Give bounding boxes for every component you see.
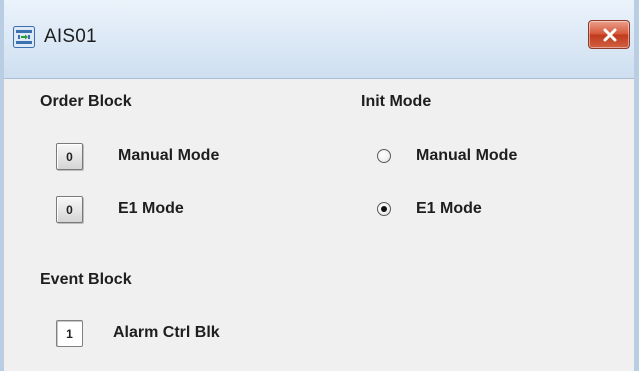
alarm-ctrl-blk-counter: 1 <box>56 320 83 347</box>
title-bar[interactable]: AIS01 <box>4 0 634 79</box>
e1-mode-radio[interactable] <box>377 202 391 216</box>
close-button[interactable] <box>588 20 630 49</box>
window-content: Order Block 0 Manual Mode 0 E1 Mode Init… <box>4 79 634 371</box>
event-block-heading: Event Block <box>40 271 132 288</box>
order-e1-mode-label: E1 Mode <box>118 200 184 217</box>
radio-selected-dot <box>381 206 387 212</box>
window-title: AIS01 <box>44 26 97 47</box>
alarm-ctrl-blk-label: Alarm Ctrl Blk <box>113 324 220 341</box>
manual-mode-counter[interactable]: 0 <box>56 143 83 170</box>
init-e1-mode-label[interactable]: E1 Mode <box>416 200 482 218</box>
ais01-window: AIS01 Order Block 0 Manual Mode 0 E1 Mod… <box>0 0 639 371</box>
manual-mode-radio[interactable] <box>377 149 391 163</box>
link-icon <box>13 26 35 48</box>
close-icon <box>603 28 617 42</box>
order-manual-mode-label: Manual Mode <box>118 147 220 164</box>
e1-mode-counter[interactable]: 0 <box>56 196 83 223</box>
init-manual-mode-label[interactable]: Manual Mode <box>416 147 517 165</box>
init-mode-heading: Init Mode <box>361 93 432 110</box>
order-block-heading: Order Block <box>40 93 132 110</box>
